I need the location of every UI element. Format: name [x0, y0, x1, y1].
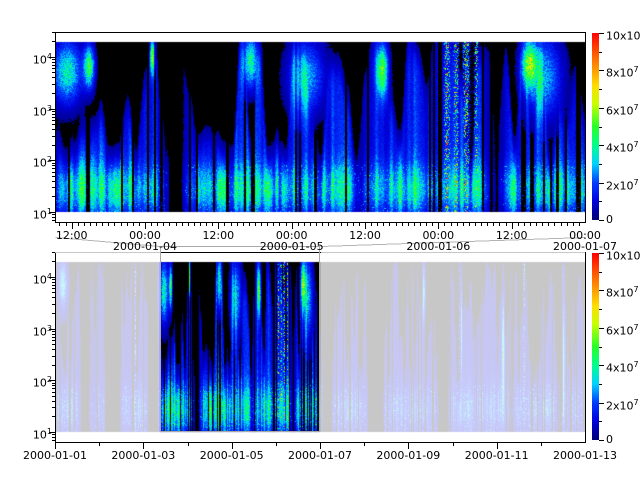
y-tick-label: 101 — [20, 204, 52, 223]
x-tick-time-label: 12:00 — [52, 228, 92, 243]
colorbar-tick-label: 0 — [606, 212, 613, 227]
y-tick-label: 104 — [20, 49, 52, 68]
x-tick-date-label: 2000-01-04 — [112, 239, 178, 254]
colorbar-tick-label: 4x107 — [606, 357, 639, 376]
y-tick-label: 103 — [20, 101, 52, 120]
x-tick-date-label: 2000-01-07 — [287, 448, 353, 463]
spectrogram-viewer: 12:0000:002000-01-0412:0000:002000-01-05… — [0, 0, 640, 480]
colorbar-tick-label: 2x107 — [606, 175, 639, 194]
y-tick-label: 102 — [20, 152, 52, 171]
axis-labels-layer: 12:0000:002000-01-0412:0000:002000-01-05… — [0, 0, 640, 480]
x-tick-time-label: 12:00 — [492, 228, 532, 243]
colorbar-tick-label: 6x107 — [606, 320, 639, 339]
colorbar-tick-label: 6x107 — [606, 100, 639, 119]
colorbar-tick-label: 4x107 — [606, 137, 639, 156]
x-tick-date-label: 2000-01-01 — [22, 448, 88, 463]
colorbar-tick-label: 0 — [606, 432, 613, 447]
x-tick-date-label: 2000-01-09 — [375, 448, 441, 463]
x-tick-date-label: 2000-01-05 — [199, 448, 265, 463]
x-tick-time-label: 12:00 — [345, 228, 385, 243]
y-tick-label: 101 — [20, 424, 52, 443]
x-tick-time-label: 12:00 — [198, 228, 238, 243]
y-tick-label: 102 — [20, 372, 52, 391]
x-tick-date-label: 2000-01-03 — [110, 448, 176, 463]
colorbar-tick-label: 10x107 — [606, 245, 640, 264]
y-tick-label: 104 — [20, 269, 52, 288]
x-tick-date-label: 2000-01-05 — [259, 239, 325, 254]
colorbar-tick-label: 8x107 — [606, 282, 639, 301]
x-tick-date-label: 2000-01-06 — [405, 239, 471, 254]
x-tick-date-label: 2000-01-11 — [464, 448, 530, 463]
x-tick-date-label: 2000-01-13 — [552, 448, 618, 463]
y-tick-label: 103 — [20, 321, 52, 340]
colorbar-tick-label: 8x107 — [606, 62, 639, 81]
colorbar-tick-label: 2x107 — [606, 395, 639, 414]
colorbar-tick-label: 10x107 — [606, 25, 640, 44]
